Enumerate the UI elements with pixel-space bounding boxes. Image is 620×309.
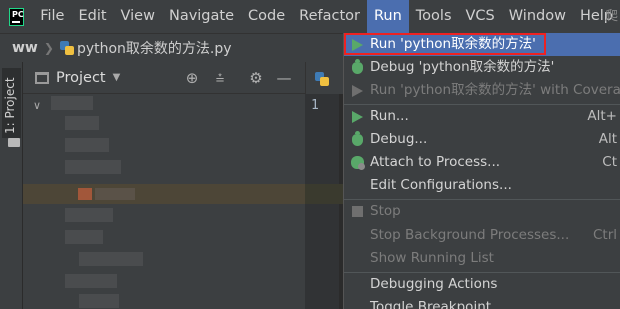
- menu-item-shortcut: Alt: [598, 131, 617, 147]
- blurred-tree-item: [65, 230, 103, 244]
- menu-item-label: Run 'python取余数的方法' with Coverage: [370, 82, 620, 98]
- menu-view[interactable]: View: [114, 0, 162, 33]
- menu-item-label: Debug 'python取余数的方法': [370, 59, 555, 75]
- menu-item-shortcut: Ct: [602, 154, 617, 170]
- menu-code[interactable]: Code: [241, 0, 292, 33]
- bug-icon: [352, 131, 363, 146]
- menu-item-label: Toggle Breakpoint: [370, 299, 492, 309]
- menu-window[interactable]: Window: [502, 0, 573, 33]
- menu-bar: PC File Edit View Navigate Code Refactor…: [0, 0, 620, 33]
- expand-arrow-icon[interactable]: ∨: [33, 99, 41, 112]
- debug-current-config-item[interactable]: Debug 'python取余数的方法': [344, 56, 620, 79]
- blurred-tree-item: [51, 96, 93, 110]
- folder-icon: [8, 138, 20, 147]
- blurred-tree-item: [65, 208, 113, 222]
- play-icon: [352, 111, 363, 123]
- highlight-box: [344, 33, 546, 55]
- blurred-tree-item: [65, 160, 121, 174]
- chevron-right-icon: ❯: [43, 41, 54, 55]
- stop-icon: [352, 206, 363, 217]
- window-title-fragment: 爬: [604, 9, 618, 24]
- menu-item-label: Show Running List: [370, 250, 494, 266]
- run-menu-dropdown: Run 'python取余数的方法' Debug 'python取余数的方法' …: [343, 33, 620, 309]
- project-tree: ∨: [23, 94, 305, 309]
- blurred-tree-item: [65, 116, 99, 130]
- coverage-icon: [352, 85, 363, 97]
- line-number: 1: [311, 98, 319, 113]
- menu-item-label: Stop: [370, 203, 401, 219]
- menu-edit[interactable]: Edit: [71, 0, 113, 33]
- menu-item-shortcut: Alt+: [587, 108, 617, 124]
- attach-to-process-item[interactable]: Attach to Process... Ct: [344, 151, 620, 174]
- show-running-list-item: Show Running List: [344, 247, 620, 270]
- stop-item: Stop: [344, 200, 620, 223]
- menu-item-label: Debugging Actions: [370, 276, 498, 292]
- run-current-config-item[interactable]: Run 'python取余数的方法': [344, 33, 620, 56]
- gear-icon[interactable]: ⚙: [247, 69, 265, 87]
- breadcrumb-file[interactable]: python取余数的方法.py: [77, 38, 232, 58]
- debugging-actions-item[interactable]: Debugging Actions: [344, 273, 620, 296]
- run-dialog-item[interactable]: Run... Alt+: [344, 105, 620, 128]
- editor-area[interactable]: 1: [305, 94, 343, 309]
- blurred-tree-item: [65, 138, 109, 152]
- editor-tab-bar: [305, 62, 343, 94]
- hide-panel-icon[interactable]: —: [275, 69, 293, 87]
- caret-row-highlight: [305, 184, 343, 204]
- menu-item-label: Stop Background Processes...: [370, 227, 570, 243]
- blurred-tree-item: [95, 188, 135, 200]
- locate-file-icon[interactable]: ⊕: [183, 69, 201, 87]
- blurred-tree-item: [79, 252, 143, 266]
- python-file-icon[interactable]: [315, 72, 329, 86]
- debug-dialog-item[interactable]: Debug... Alt: [344, 128, 620, 151]
- dropdown-caret-icon[interactable]: ▼: [113, 72, 121, 83]
- menu-run[interactable]: Run: [366, 0, 409, 33]
- toggle-breakpoint-item[interactable]: Toggle Breakpoint: [344, 296, 620, 309]
- project-tool-tab-label: 1: Project: [3, 77, 17, 134]
- menu-file[interactable]: File: [33, 0, 71, 33]
- menu-refactor[interactable]: Refactor: [292, 0, 367, 33]
- menu-item-label: Run...: [370, 108, 409, 124]
- run-with-coverage-item: Run 'python取余数的方法' with Coverage: [344, 79, 620, 102]
- bug-icon: [352, 59, 363, 74]
- blurred-tree-item: [65, 274, 117, 288]
- menu-item-label: Debug...: [370, 131, 428, 147]
- project-pane-title[interactable]: Project: [56, 70, 106, 86]
- edit-configurations-item[interactable]: Edit Configurations...: [344, 174, 620, 197]
- python-file-icon: [59, 41, 74, 55]
- blurred-file-icon: [78, 188, 92, 200]
- menu-navigate[interactable]: Navigate: [162, 0, 241, 33]
- menu-vcs[interactable]: VCS: [459, 0, 502, 33]
- menu-item-label: Edit Configurations...: [370, 177, 512, 193]
- selected-tree-row[interactable]: [23, 184, 305, 204]
- menu-item-label: Attach to Process...: [370, 154, 501, 170]
- left-tool-strip: 1: Project: [0, 62, 23, 309]
- menu-tools[interactable]: Tools: [409, 0, 459, 33]
- stop-background-processes-item: Stop Background Processes... Ctrl: [344, 224, 620, 247]
- blurred-tree-item: [79, 294, 119, 308]
- project-panel-icon: [35, 71, 49, 84]
- attach-icon: [351, 156, 365, 170]
- project-pane-header: Project ▼ ⊕ ⩮ ⚙ —: [23, 62, 305, 94]
- breadcrumb-project[interactable]: ww: [12, 40, 38, 56]
- menu-item-shortcut: Ctrl: [592, 227, 617, 243]
- pycharm-logo-icon: PC: [9, 7, 25, 26]
- project-tool-tab[interactable]: 1: Project: [2, 68, 21, 147]
- collapse-all-icon[interactable]: ⩮: [211, 69, 229, 87]
